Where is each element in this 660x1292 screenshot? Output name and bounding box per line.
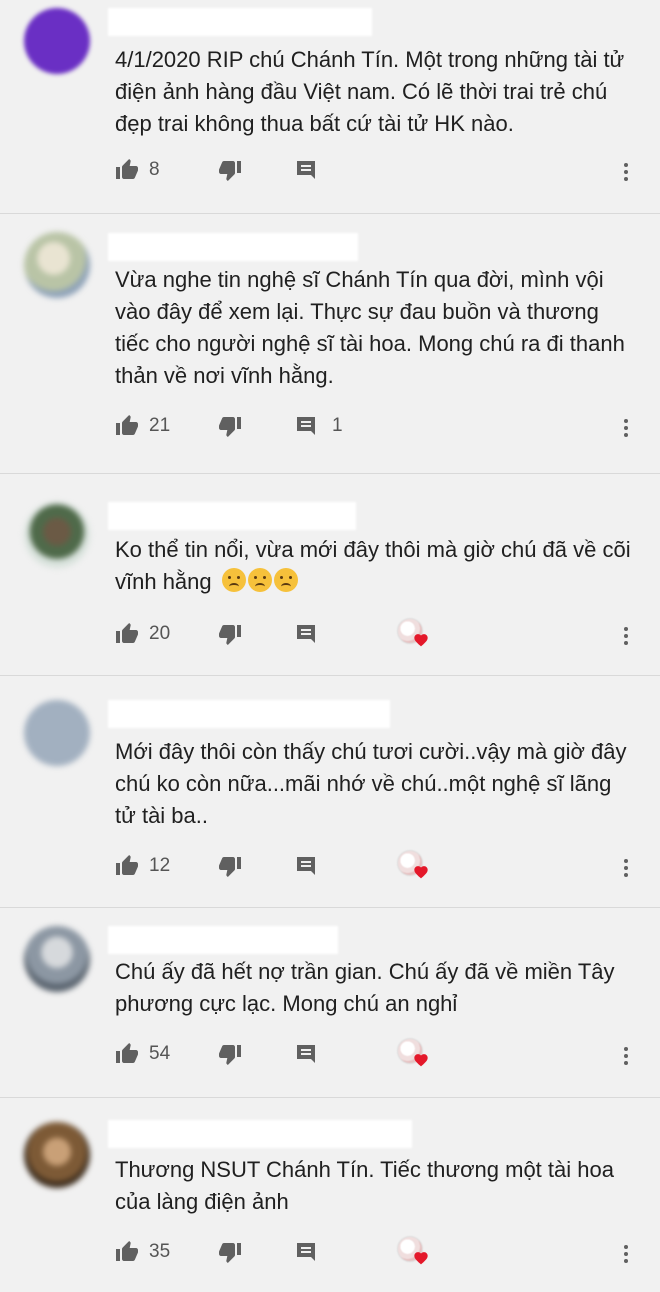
thumbs-up-icon	[115, 1240, 139, 1264]
author-name-redacted[interactable]	[108, 1120, 412, 1148]
comment-text: Mới đây thôi còn thấy chú tươi cười..vậy…	[115, 739, 627, 828]
avatar[interactable]	[24, 700, 90, 766]
dislike-button[interactable]	[218, 1042, 242, 1066]
avatar[interactable]	[24, 232, 90, 298]
comment-actions: 12	[115, 850, 644, 888]
comment-actions: 21 1	[115, 414, 644, 448]
reply-icon	[294, 414, 318, 438]
thumbs-down-icon	[218, 414, 242, 438]
comment-item: Ko thể tin nổi, vừa mới đây thôi mà giờ …	[0, 474, 660, 676]
dislike-button[interactable]	[218, 414, 242, 438]
comment-actions: 54	[115, 1038, 644, 1076]
creator-heart-icon	[413, 864, 429, 884]
crying-emoji-icon	[221, 568, 246, 592]
reply-button[interactable]	[294, 158, 318, 182]
like-count: 12	[149, 855, 171, 876]
more-options-button[interactable]	[614, 160, 638, 184]
more-vert-icon	[614, 1242, 638, 1266]
comment-actions: 8	[115, 158, 644, 192]
more-options-button[interactable]	[614, 416, 638, 440]
comment-text-body: Ko thể tin nổi, vừa mới đây thôi mà giờ …	[115, 537, 631, 594]
dislike-button[interactable]	[218, 1240, 242, 1264]
author-name-redacted[interactable]	[108, 233, 358, 261]
like-button[interactable]: 12	[115, 854, 170, 878]
like-count: 35	[149, 1241, 171, 1262]
author-name-redacted[interactable]	[108, 502, 356, 530]
more-options-button[interactable]	[614, 856, 638, 880]
dislike-button[interactable]	[218, 854, 242, 878]
thumbs-down-icon	[218, 622, 242, 646]
like-count: 21	[149, 415, 171, 436]
like-button[interactable]: 21	[115, 414, 170, 438]
comment-item: Vừa nghe tin nghệ sĩ Chánh Tín qua đời, …	[0, 214, 660, 474]
thumbs-up-icon	[115, 622, 139, 646]
like-count: 20	[149, 623, 171, 644]
crying-emoji-icon	[247, 568, 272, 592]
reply-icon	[294, 854, 318, 878]
comment-item: Thương NSUT Chánh Tín. Tiếc thương một t…	[0, 1098, 660, 1292]
reply-button[interactable]	[294, 854, 318, 878]
like-button[interactable]: 20	[115, 622, 170, 646]
avatar[interactable]	[24, 502, 90, 568]
author-name-redacted[interactable]	[108, 926, 338, 954]
comment-item: 4/1/2020 RIP chú Chánh Tín. Một trong nh…	[0, 0, 660, 214]
comment-text: Ko thể tin nổi, vừa mới đây thôi mà giờ …	[115, 534, 638, 598]
comment-text: Thương NSUT Chánh Tín. Tiếc thương một t…	[115, 1157, 614, 1214]
thumbs-down-icon	[218, 854, 242, 878]
comment-item: Chú ấy đã hết nợ trần gian. Chú ấy đã về…	[0, 908, 660, 1098]
creator-heart-badge[interactable]	[397, 1038, 431, 1072]
reply-button[interactable]	[294, 1042, 318, 1066]
reply-icon	[294, 1042, 318, 1066]
avatar[interactable]	[24, 8, 90, 74]
more-vert-icon	[614, 856, 638, 880]
reply-button[interactable]	[294, 622, 318, 646]
avatar[interactable]	[24, 1122, 90, 1188]
creator-heart-badge[interactable]	[397, 1236, 431, 1270]
creator-heart-badge[interactable]	[397, 618, 431, 652]
like-count: 54	[149, 1043, 171, 1064]
more-vert-icon	[614, 624, 638, 648]
more-options-button[interactable]	[614, 624, 638, 648]
like-count: 8	[149, 159, 160, 180]
crying-emoji-icon	[273, 568, 298, 592]
thumbs-up-icon	[115, 854, 139, 878]
thumbs-up-icon	[115, 1042, 139, 1066]
reply-icon	[294, 622, 318, 646]
reply-icon	[294, 1240, 318, 1264]
author-name-redacted[interactable]	[108, 8, 372, 36]
reply-button[interactable]	[294, 1240, 318, 1264]
like-button[interactable]: 35	[115, 1240, 170, 1264]
dislike-button[interactable]	[218, 622, 242, 646]
creator-heart-icon	[413, 632, 429, 652]
thumbs-down-icon	[218, 158, 242, 182]
avatar[interactable]	[24, 926, 90, 992]
creator-heart-badge[interactable]	[397, 850, 431, 884]
more-vert-icon	[614, 1044, 638, 1068]
creator-heart-icon	[413, 1250, 429, 1270]
comment-item: Mới đây thôi còn thấy chú tươi cười..vậy…	[0, 676, 660, 908]
author-name-redacted[interactable]	[108, 700, 390, 728]
comment-actions: 20	[115, 618, 644, 656]
thumbs-up-icon	[115, 158, 139, 182]
reply-icon	[294, 158, 318, 182]
comment-actions: 35	[115, 1236, 644, 1274]
thumbs-down-icon	[218, 1042, 242, 1066]
thumbs-up-icon	[115, 414, 139, 438]
more-vert-icon	[614, 416, 638, 440]
like-button[interactable]: 8	[115, 158, 160, 182]
more-vert-icon	[614, 160, 638, 184]
dislike-button[interactable]	[218, 158, 242, 182]
more-options-button[interactable]	[614, 1242, 638, 1266]
creator-heart-icon	[413, 1052, 429, 1072]
like-button[interactable]: 54	[115, 1042, 170, 1066]
reply-button[interactable]: 1	[294, 414, 343, 438]
more-options-button[interactable]	[614, 1044, 638, 1068]
comment-text: Chú ấy đã hết nợ trần gian. Chú ấy đã về…	[115, 959, 615, 1016]
reply-count: 1	[332, 415, 343, 436]
comment-text: 4/1/2020 RIP chú Chánh Tín. Một trong nh…	[115, 47, 625, 136]
thumbs-down-icon	[218, 1240, 242, 1264]
comment-text: Vừa nghe tin nghệ sĩ Chánh Tín qua đời, …	[115, 267, 625, 388]
